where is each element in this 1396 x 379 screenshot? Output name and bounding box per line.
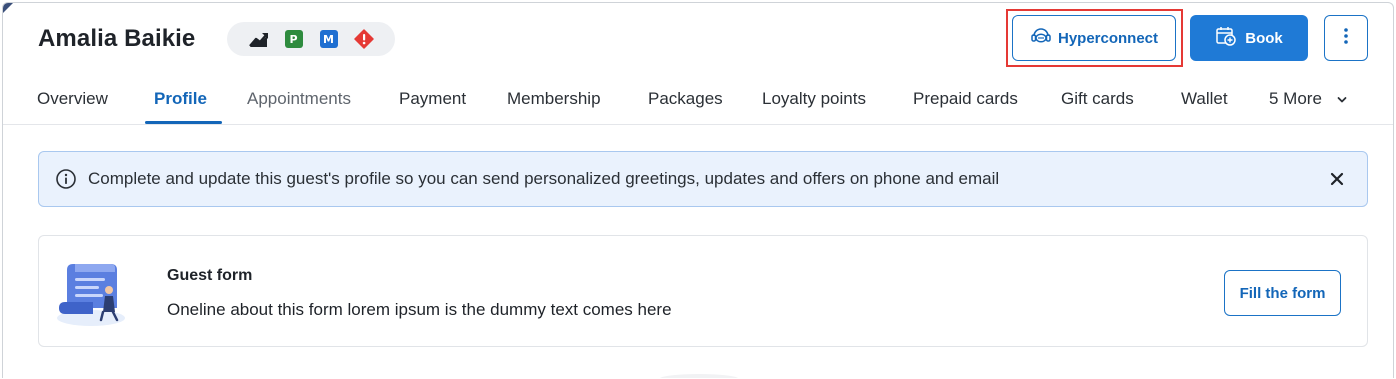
tab-prepaid-cards[interactable]: Prepaid cards bbox=[913, 89, 1018, 109]
alert-diamond-icon[interactable] bbox=[353, 29, 374, 49]
guest-form-card: Guest form Oneline about this form lorem… bbox=[38, 235, 1368, 347]
guest-header: Amalia Baikie P M Hyperconnect Book Over… bbox=[3, 3, 1393, 125]
guest-name: Amalia Baikie bbox=[38, 25, 196, 52]
hyperconnect-button[interactable]: Hyperconnect bbox=[1012, 15, 1176, 61]
chevron-down-icon bbox=[1337, 96, 1347, 102]
info-icon bbox=[55, 168, 77, 190]
tab-payment[interactable]: Payment bbox=[399, 89, 466, 109]
more-vertical-icon bbox=[1343, 27, 1349, 50]
book-button[interactable]: Book bbox=[1190, 15, 1308, 61]
form-card-description: Oneline about this form lorem ipsum is t… bbox=[167, 300, 672, 319]
tab-appointments[interactable]: Appointments bbox=[247, 89, 351, 109]
info-banner: Complete and update this guest's profile… bbox=[38, 151, 1368, 207]
guest-badges: P M bbox=[227, 22, 395, 56]
tab-packages[interactable]: Packages bbox=[648, 89, 723, 109]
guest-profile-panel: Amalia Baikie P M Hyperconnect Book Over… bbox=[2, 2, 1394, 378]
form-card-title: Guest form bbox=[167, 267, 253, 284]
close-icon[interactable] bbox=[1325, 167, 1349, 191]
book-label: Book bbox=[1245, 29, 1283, 47]
tab-gift-cards[interactable]: Gift cards bbox=[1061, 89, 1134, 109]
m-badge-label: M bbox=[319, 30, 338, 48]
p-badge-label: P bbox=[284, 30, 303, 48]
scroll-hint bbox=[3, 363, 1393, 378]
hyperconnect-label: Hyperconnect bbox=[1057, 29, 1159, 47]
tab-more-label: 5 More bbox=[1269, 89, 1322, 108]
more-actions-button[interactable] bbox=[1324, 15, 1368, 61]
m-badge-icon[interactable]: M bbox=[319, 29, 339, 49]
profile-tabs: Overview Profile Appointments Payment Me… bbox=[3, 89, 1393, 125]
tab-overview[interactable]: Overview bbox=[37, 89, 108, 109]
calendar-add-icon bbox=[1215, 26, 1237, 50]
info-banner-text: Complete and update this guest's profile… bbox=[88, 169, 1000, 188]
active-tab-indicator bbox=[145, 121, 222, 124]
trend-chart-icon[interactable] bbox=[248, 29, 269, 49]
fill-form-button[interactable]: Fill the form bbox=[1224, 270, 1341, 316]
tab-profile[interactable]: Profile bbox=[154, 89, 207, 109]
tab-more[interactable]: 5 More bbox=[1269, 89, 1347, 109]
tab-loyalty-points[interactable]: Loyalty points bbox=[762, 89, 866, 109]
headset-chat-icon bbox=[1030, 26, 1052, 50]
tab-membership[interactable]: Membership bbox=[507, 89, 601, 109]
tab-wallet[interactable]: Wallet bbox=[1181, 89, 1228, 109]
p-badge-icon[interactable]: P bbox=[284, 29, 304, 49]
form-illustration-icon bbox=[53, 258, 129, 328]
